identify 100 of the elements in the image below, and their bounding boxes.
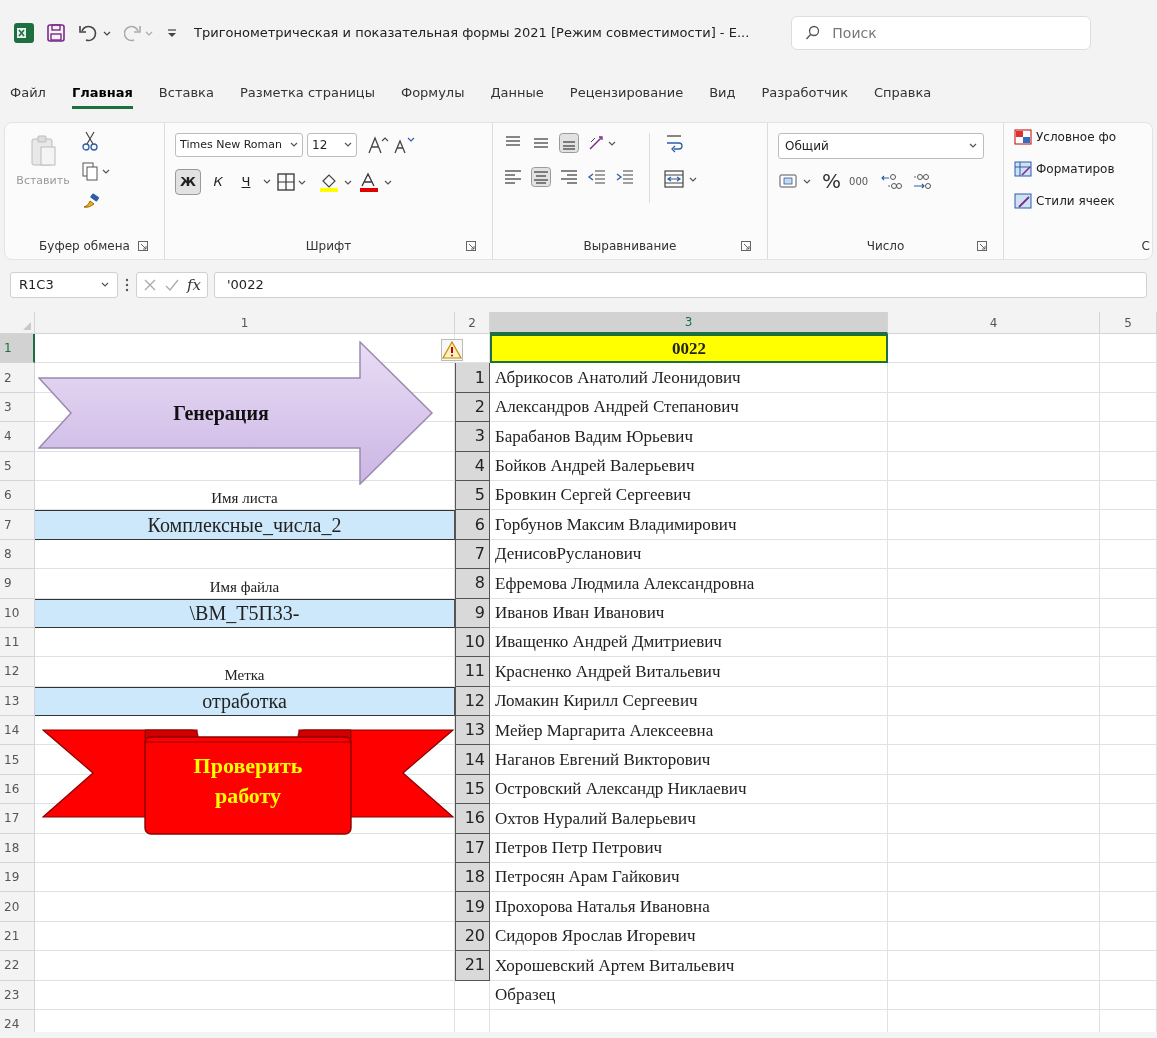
empty-cell[interactable] (888, 422, 1100, 452)
empty-cell[interactable] (1100, 774, 1157, 805)
row-header[interactable]: 12 (0, 657, 35, 687)
cell-styles-button[interactable]: Стили ячеек (1014, 189, 1152, 213)
column-header[interactable]: 5 (1100, 312, 1157, 334)
row-header[interactable]: 6 (0, 480, 35, 511)
format-as-table-button[interactable]: Форматиров (1014, 157, 1152, 181)
row-header[interactable]: 18 (0, 833, 35, 864)
empty-cell[interactable] (888, 863, 1100, 893)
row-header[interactable]: 22 (0, 951, 35, 981)
number-format-dropdown[interactable]: Общий (778, 133, 984, 159)
row-header[interactable]: 5 (0, 451, 35, 481)
align-center-icon[interactable] (531, 167, 551, 187)
row-header[interactable]: 21 (0, 921, 35, 952)
empty-cell[interactable] (888, 774, 1100, 805)
empty-cell[interactable] (1100, 422, 1157, 452)
dialog-launcher-icon[interactable] (741, 241, 751, 251)
empty-cell[interactable] (888, 951, 1100, 981)
increase-indent-icon[interactable] (615, 167, 635, 187)
comma-style-button[interactable]: 000 (849, 173, 869, 189)
row-header[interactable]: 4 (0, 422, 35, 452)
increase-font-size-icon[interactable] (367, 135, 389, 155)
row-header[interactable]: 19 (0, 863, 35, 893)
column-header[interactable]: 1 (35, 312, 455, 334)
empty-cell[interactable] (1100, 716, 1157, 746)
empty-cell[interactable] (888, 569, 1100, 599)
font-name-dropdown[interactable]: Times New Roman (175, 133, 303, 157)
empty-cell[interactable] (1100, 569, 1157, 599)
align-left-icon[interactable] (503, 167, 523, 187)
dropdown-caret-icon[interactable] (263, 179, 271, 185)
font-size-dropdown[interactable]: 12 (307, 133, 357, 157)
decrease-indent-icon[interactable] (587, 167, 607, 187)
row-header[interactable]: 13 (0, 686, 35, 717)
more-options-icon[interactable] (124, 277, 130, 293)
column-header[interactable]: 2 (455, 312, 490, 334)
empty-cell[interactable] (455, 980, 490, 1010)
clipboard-icon[interactable] (28, 133, 58, 169)
ribbon-tab[interactable]: Рецензирование (569, 79, 684, 109)
row-header[interactable]: 15 (0, 745, 35, 775)
empty-cell[interactable] (1100, 833, 1157, 864)
empty-cell[interactable] (1100, 598, 1157, 628)
row-header[interactable]: 8 (0, 539, 35, 570)
empty-cell[interactable] (1100, 921, 1157, 952)
empty-cell[interactable] (888, 627, 1100, 658)
ribbon-tab[interactable]: Главная (71, 79, 133, 109)
name-box[interactable]: R1C3 (10, 272, 118, 298)
empty-cell[interactable] (888, 392, 1100, 423)
save-icon[interactable] (46, 23, 66, 43)
underline-button[interactable]: Ч (235, 169, 257, 195)
empty-cell[interactable] (888, 833, 1100, 864)
empty-cell[interactable] (1100, 392, 1157, 423)
percent-button[interactable]: % (822, 171, 841, 191)
row-header[interactable]: 16 (0, 774, 35, 805)
empty-cell[interactable] (1100, 951, 1157, 981)
empty-cell[interactable] (888, 980, 1100, 1010)
empty-cell[interactable] (1100, 480, 1157, 511)
empty-cell[interactable] (1100, 745, 1157, 775)
ribbon-tab[interactable]: Вид (709, 79, 736, 109)
insert-function-button[interactable]: fx (187, 273, 201, 297)
input-cell[interactable]: Комплексные_числа_2 (35, 510, 455, 540)
row-header[interactable]: 7 (0, 510, 35, 540)
copy-icon[interactable] (81, 161, 111, 181)
dialog-launcher-icon[interactable] (977, 241, 987, 251)
code-cell[interactable]: 0022 (490, 334, 888, 364)
check-work-button[interactable]: Проверить работу (42, 729, 454, 836)
dialog-launcher-icon[interactable] (138, 241, 148, 251)
row-header[interactable]: 24 (0, 1010, 35, 1032)
row-header[interactable]: 10 (0, 598, 35, 628)
empty-cell[interactable] (888, 451, 1100, 481)
row-header[interactable]: 23 (0, 980, 35, 1010)
formula-input[interactable]: '0022 (214, 272, 1147, 298)
empty-cell[interactable] (1100, 686, 1157, 717)
increase-decimal-icon[interactable] (880, 171, 903, 191)
row-header[interactable]: 14 (0, 716, 35, 746)
dropdown-caret-icon[interactable] (101, 282, 109, 288)
input-cell[interactable]: отработка (35, 686, 455, 717)
row-header[interactable]: 11 (0, 627, 35, 658)
row-header[interactable]: 3 (0, 392, 35, 423)
empty-cell[interactable] (888, 539, 1100, 570)
column-header[interactable]: 3 (490, 312, 888, 334)
empty-cell[interactable] (1100, 539, 1157, 570)
empty-cell[interactable] (1100, 627, 1157, 658)
row-header[interactable]: 9 (0, 569, 35, 599)
enter-check-icon[interactable] (165, 278, 179, 292)
fill-color-icon[interactable] (319, 172, 353, 192)
borders-icon[interactable] (277, 173, 307, 191)
empty-cell[interactable] (888, 686, 1100, 717)
dialog-launcher-icon[interactable] (466, 241, 476, 251)
font-color-icon[interactable] (359, 172, 393, 192)
select-all-icon[interactable] (23, 322, 31, 330)
empty-cell[interactable] (1100, 334, 1157, 364)
ribbon-tab[interactable]: Вставка (158, 79, 214, 109)
empty-cell[interactable] (888, 804, 1100, 834)
empty-cell[interactable] (888, 921, 1100, 952)
row-header[interactable]: 20 (0, 892, 35, 922)
empty-cell[interactable] (1100, 510, 1157, 540)
row-header[interactable]: 2 (0, 363, 35, 393)
generate-arrow-button[interactable]: Генерация (38, 341, 434, 485)
ribbon-tab[interactable]: Данные (490, 79, 544, 109)
ribbon-tab[interactable]: Справка (874, 79, 932, 109)
